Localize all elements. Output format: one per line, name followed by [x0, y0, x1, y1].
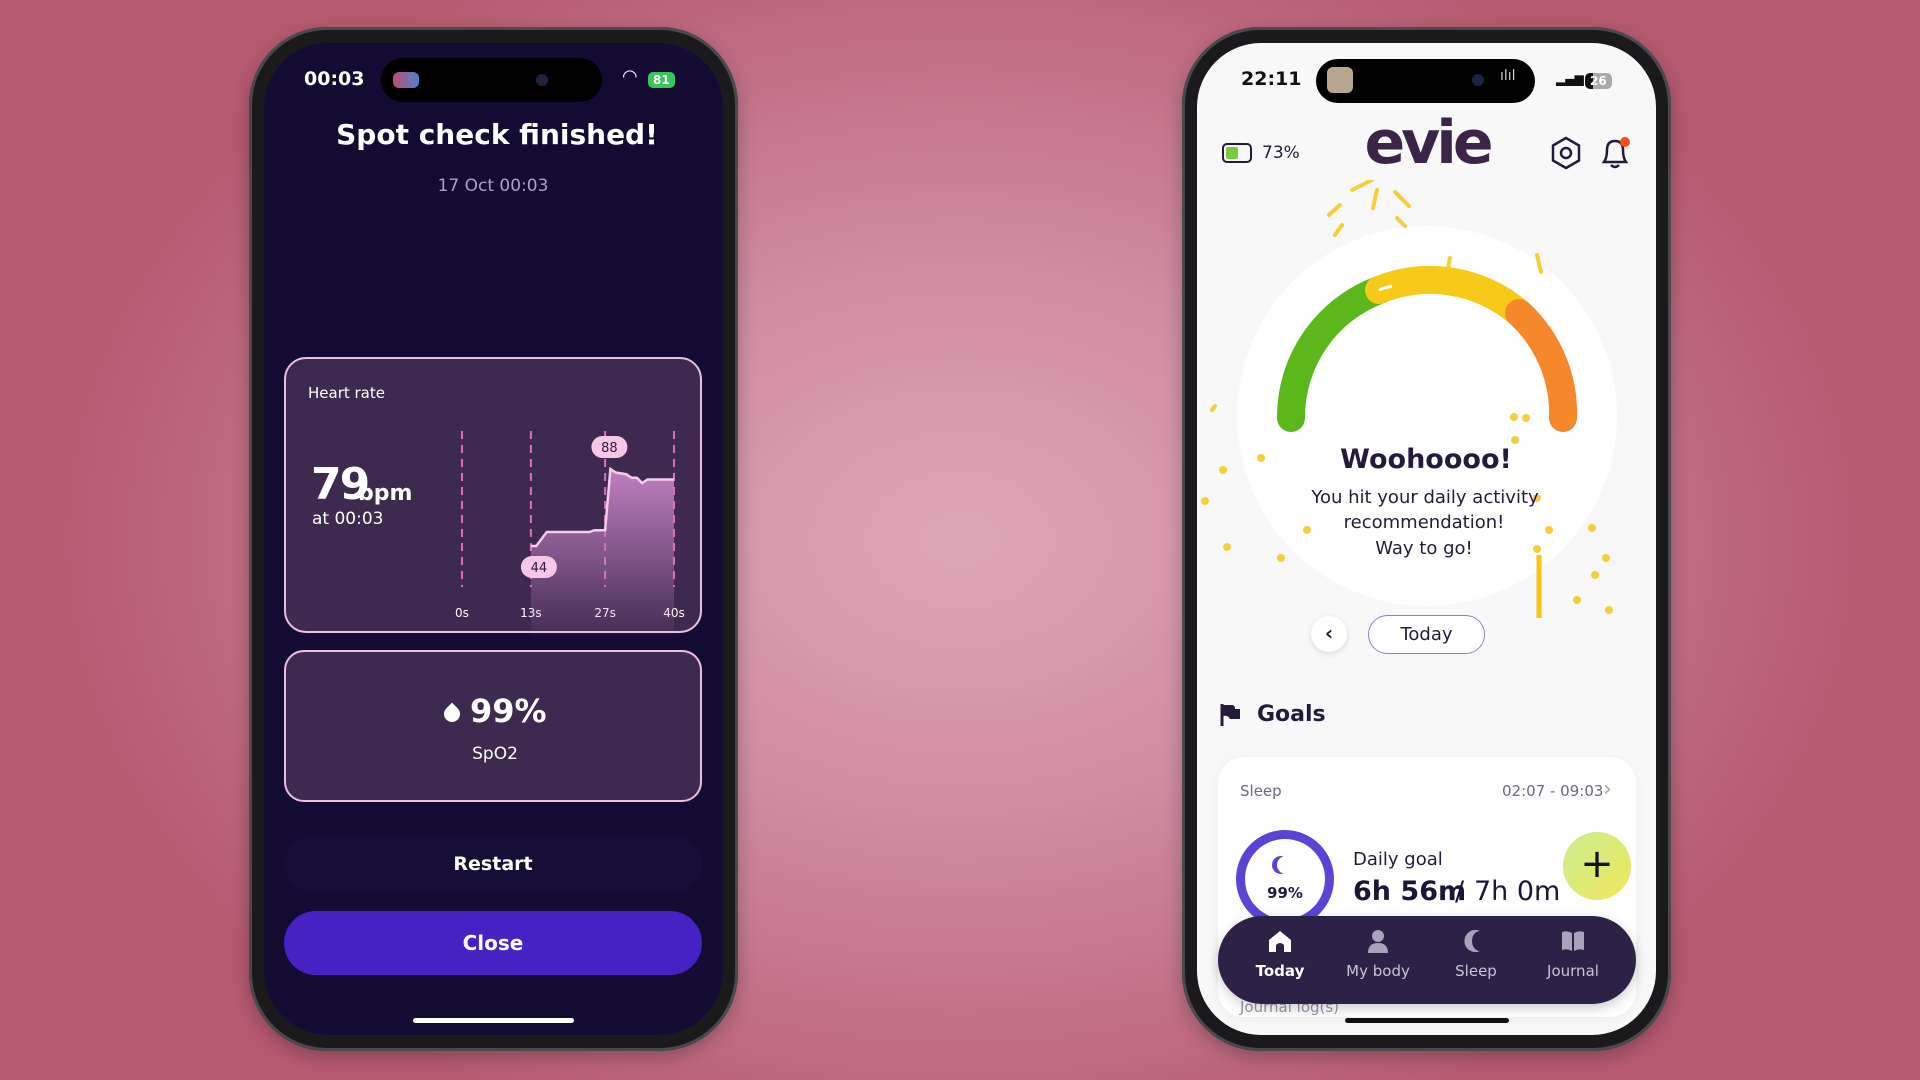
confetti-piece: [1333, 223, 1344, 237]
status-time: 00:03: [304, 68, 365, 90]
daily-goal-label: Daily goal: [1353, 849, 1443, 870]
confetti-piece: [1277, 554, 1285, 562]
celebration-title: Woohoooo!: [1340, 444, 1512, 475]
audio-waveform-icon: ılıl: [1500, 68, 1516, 84]
restart-label: Restart: [453, 853, 533, 875]
confetti-piece: [1588, 524, 1596, 532]
sleep-target: 7h 0m: [1474, 876, 1561, 907]
date-selector-label: Today: [1400, 624, 1453, 645]
droplet-icon: [440, 702, 464, 726]
data-label: 44: [531, 561, 548, 576]
confetti-piece: [1395, 216, 1407, 228]
gauge-segment-green: [1276, 276, 1393, 432]
confetti-piece: [1327, 203, 1342, 217]
gauge-segment-yellow: [1365, 266, 1533, 327]
sleep-time-range: 02:07 - 09:03: [1502, 782, 1604, 800]
home-icon: [1269, 931, 1291, 952]
camera-icon: [1472, 74, 1484, 86]
moon-icon: [1464, 930, 1480, 952]
spo2-card: 99% SpO2: [284, 650, 702, 802]
sleep-achieved: 6h 56m: [1353, 876, 1467, 907]
nav-item-today[interactable]: Today: [1240, 928, 1320, 992]
celebration-line-3: Way to go!: [1375, 538, 1473, 559]
notifications-bell-icon[interactable]: [1598, 134, 1632, 172]
battery-indicator: 81: [648, 72, 675, 88]
nav-label-sleep: Sleep: [1455, 962, 1497, 980]
chevron-right-icon[interactable]: ›: [1603, 777, 1612, 802]
confetti-piece: [1350, 180, 1374, 192]
book-icon: [1562, 931, 1584, 951]
nav-label-my-body: My body: [1346, 962, 1410, 980]
sleep-separator: /: [1455, 876, 1465, 907]
confetti-piece: [1303, 526, 1311, 534]
page-title: Spot check finished!: [336, 118, 658, 151]
status-time: 22:11: [1241, 68, 1302, 90]
nav-item-journal[interactable]: Journal: [1533, 928, 1613, 992]
confetti-piece: [1201, 497, 1209, 505]
add-goal-button[interactable]: +: [1563, 832, 1631, 900]
nav-label-today: Today: [1255, 962, 1305, 980]
bottom-nav-bar: Today My body Sleep Journal: [1218, 916, 1636, 1004]
confetti-piece: [1591, 571, 1599, 579]
celebration-line-2: recommendation!: [1343, 512, 1505, 533]
sleep-percent: 99%: [1267, 884, 1303, 902]
person-icon: [1368, 930, 1388, 953]
sleep-progress-ring: [1236, 830, 1334, 928]
device-battery-icon: [1222, 143, 1252, 163]
close-button[interactable]: Close: [284, 911, 702, 975]
moon-icon: [1277, 856, 1295, 874]
evie-logo: evie: [1364, 108, 1493, 178]
home-indicator: [413, 1018, 574, 1023]
nav-label-journal: Journal: [1547, 962, 1599, 980]
heart-rate-area: [530, 469, 674, 635]
confetti-piece: [1257, 454, 1265, 462]
flag-icon: [1220, 704, 1240, 726]
timestamp: 17 Oct 00:03: [437, 176, 549, 196]
device-battery-percent: 73%: [1262, 143, 1300, 163]
confetti-piece: [1223, 543, 1231, 551]
confetti-piece: [1210, 404, 1217, 412]
confetti-piece: [1393, 190, 1411, 208]
gauge-segment-orange: [1505, 299, 1578, 432]
heart-rate-card: Heart rate 79 bpm at 00:03 0s13s27s40s44…: [284, 357, 702, 635]
close-label: Close: [462, 931, 524, 955]
camera-icon: [536, 74, 548, 86]
confetti-piece: [1533, 545, 1541, 553]
wifi-icon: ◠: [622, 66, 638, 87]
restart-button[interactable]: Restart: [284, 836, 702, 892]
heart-rate-chart: 0s13s27s40s4488: [455, 431, 685, 635]
battery-indicator: 26: [1585, 73, 1612, 89]
confetti-piece: [1219, 466, 1227, 474]
signal-icon: ▂▄▆: [1556, 72, 1584, 86]
goals-title: Goals: [1257, 702, 1326, 727]
media-thumbnail-icon: [393, 72, 419, 88]
nav-item-my-body[interactable]: My body: [1333, 928, 1423, 992]
confetti-piece: [1573, 596, 1581, 604]
confetti-piece: [1545, 526, 1553, 534]
media-thumbnail-icon: [1327, 67, 1353, 93]
previous-day-button[interactable]: ‹: [1311, 616, 1347, 652]
nav-item-sleep[interactable]: Sleep: [1436, 928, 1516, 992]
celebration-line-1: You hit your daily activity: [1311, 487, 1539, 508]
activity-gauge: [1276, 266, 1578, 432]
sleep-card-label: Sleep: [1240, 782, 1282, 800]
confetti-piece: [1602, 554, 1610, 562]
spo2-value: 99%: [470, 692, 547, 730]
settings-icon[interactable]: [1549, 136, 1583, 170]
date-selector-today[interactable]: Today: [1368, 615, 1485, 654]
home-indicator: [1345, 1018, 1509, 1023]
x-tick-label: 0s: [455, 606, 469, 620]
confetti-piece: [1371, 188, 1379, 210]
data-label: 88: [601, 441, 618, 456]
confetti-piece: [1605, 606, 1613, 614]
spo2-label: SpO2: [472, 744, 518, 764]
